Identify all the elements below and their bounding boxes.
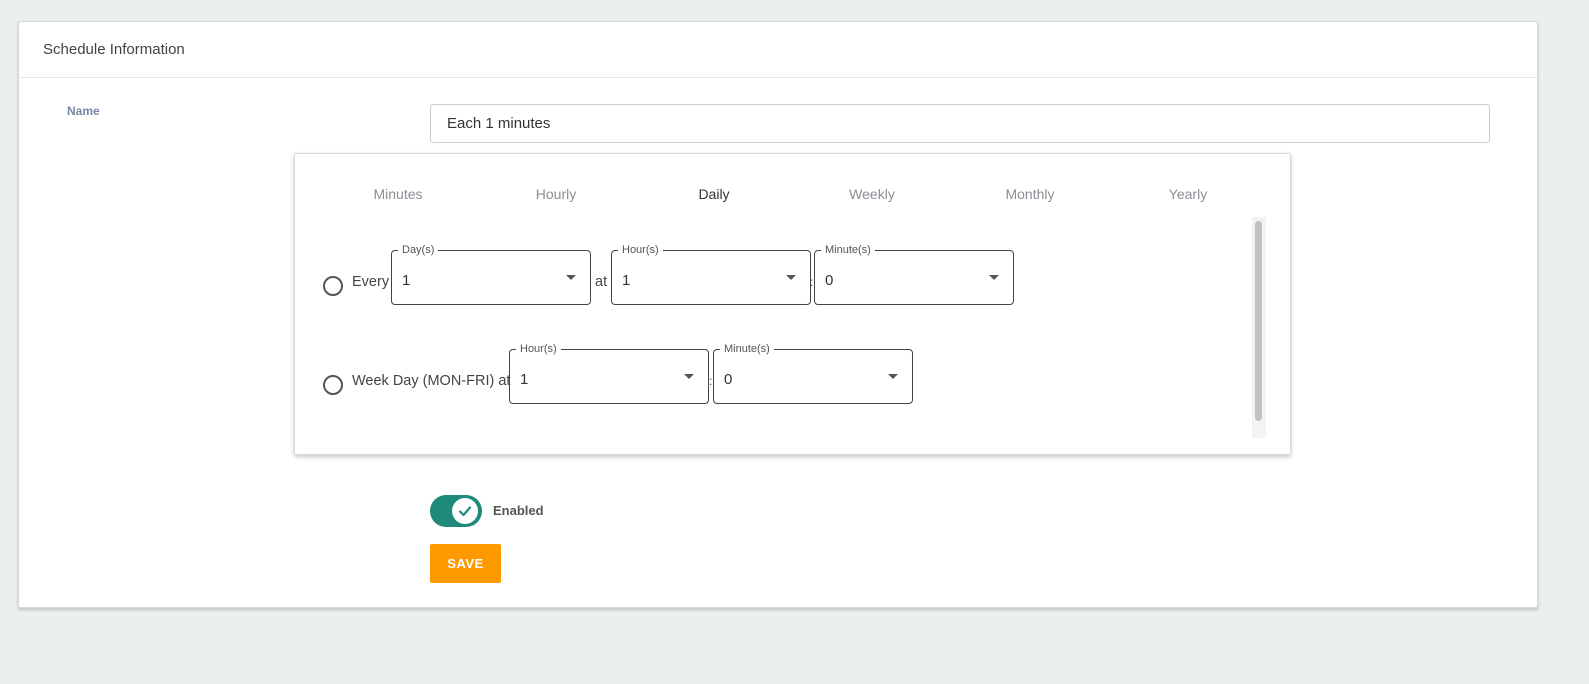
caret-down-icon xyxy=(989,275,999,280)
caret-down-icon xyxy=(566,275,576,280)
hours-select-value: 1 xyxy=(622,272,631,289)
save-button[interactable]: SAVE xyxy=(430,544,501,583)
name-label: Name xyxy=(67,104,100,118)
days-select[interactable]: Day(s) 1 xyxy=(391,243,591,305)
cron-panel: Minutes Hourly Daily Weekly Monthly Year… xyxy=(294,153,1291,455)
every-label: Every xyxy=(352,274,390,290)
minutes-select[interactable]: Minute(s) 0 xyxy=(814,243,1014,305)
tab-yearly[interactable]: Yearly xyxy=(1109,182,1267,206)
tab-weekly[interactable]: Weekly xyxy=(793,182,951,206)
weekday-minutes-select[interactable]: Minute(s) 0 xyxy=(713,342,913,404)
caret-down-icon xyxy=(684,374,694,379)
tab-minutes[interactable]: Minutes xyxy=(319,182,477,206)
weekday-hours-select-value: 1 xyxy=(520,371,529,388)
hours-select[interactable]: Hour(s) 1 xyxy=(611,243,811,305)
caret-down-icon xyxy=(888,374,898,379)
tab-monthly[interactable]: Monthly xyxy=(951,182,1109,206)
weekday-label: Week Day (MON-FRI) at xyxy=(352,373,511,389)
weekday-hours-select-label: Hour(s) xyxy=(516,342,561,356)
days-select-value: 1 xyxy=(402,272,411,289)
tab-daily[interactable]: Daily xyxy=(635,182,793,206)
at-label: at xyxy=(595,274,608,290)
card-header: Schedule Information xyxy=(19,22,1537,78)
toggle-knob xyxy=(452,498,478,524)
cron-tabs: Minutes Hourly Daily Weekly Monthly Year… xyxy=(319,182,1267,206)
days-select-label: Day(s) xyxy=(398,243,439,257)
every-day-radio[interactable] xyxy=(323,276,343,296)
name-input[interactable] xyxy=(430,104,1490,143)
tab-hourly[interactable]: Hourly xyxy=(477,182,635,206)
time-separator: : xyxy=(810,275,814,289)
weekday-minutes-select-value: 0 xyxy=(724,371,733,388)
hours-select-label: Hour(s) xyxy=(618,243,663,257)
weekday-hours-select[interactable]: Hour(s) 1 xyxy=(509,342,709,404)
enabled-toggle[interactable] xyxy=(430,495,482,527)
schedule-card: Schedule Information Name Minutes Hourly… xyxy=(18,21,1538,608)
enabled-label: Enabled xyxy=(493,503,544,518)
cron-scrollbar[interactable] xyxy=(1252,217,1266,438)
weekday-time-separator: : xyxy=(709,374,713,388)
minutes-select-value: 0 xyxy=(825,272,834,289)
check-icon xyxy=(458,506,472,517)
card-title: Schedule Information xyxy=(43,41,185,58)
caret-down-icon xyxy=(786,275,796,280)
cron-scrollbar-thumb[interactable] xyxy=(1255,221,1262,421)
weekday-radio[interactable] xyxy=(323,375,343,395)
weekday-minutes-select-label: Minute(s) xyxy=(720,342,774,356)
minutes-select-label: Minute(s) xyxy=(821,243,875,257)
